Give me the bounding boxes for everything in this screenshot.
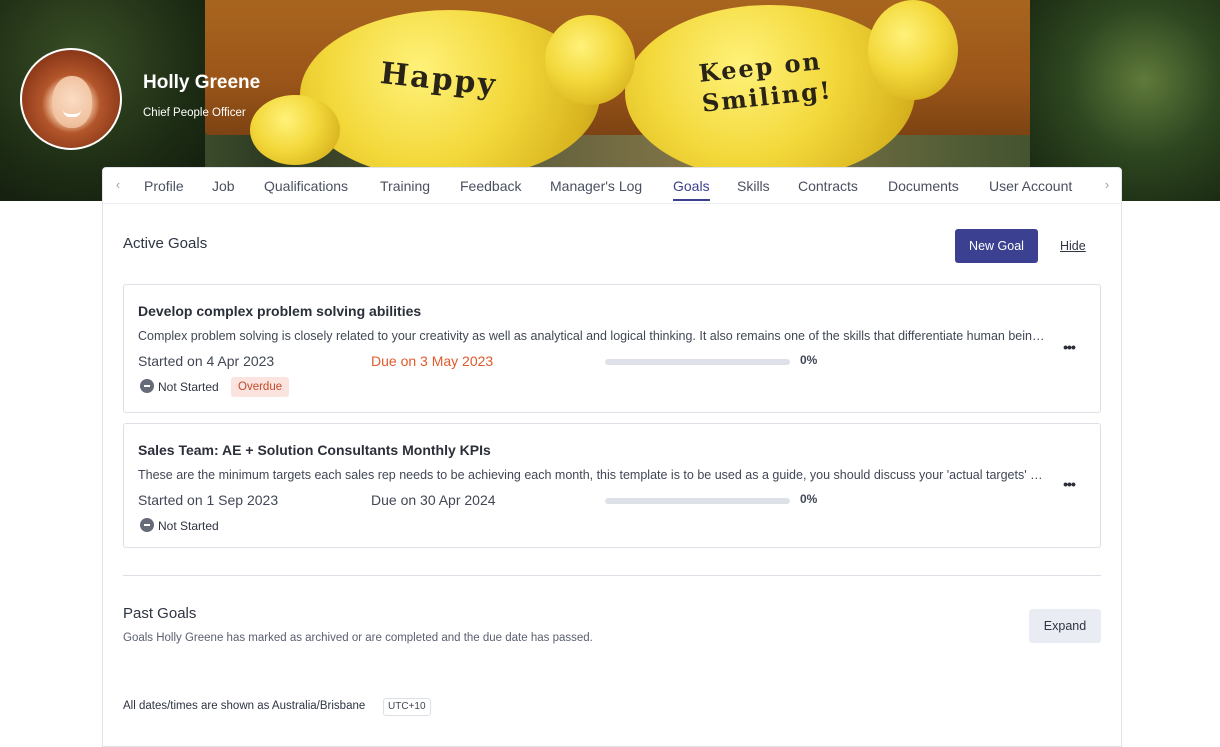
tab-managers-log[interactable]: Manager's Log xyxy=(550,178,642,194)
goal-status: Not Started xyxy=(158,519,219,533)
profile-name: Holly Greene xyxy=(143,72,261,93)
tab-job[interactable]: Job xyxy=(212,178,235,194)
profile-title: Chief People Officer xyxy=(143,107,246,119)
tab-qualifications[interactable]: Qualifications xyxy=(264,178,348,194)
goal-due-date: Due on 30 Apr 2024 xyxy=(371,492,496,508)
chevron-right-icon[interactable]: › xyxy=(1100,177,1114,193)
tab-training[interactable]: Training xyxy=(380,178,430,194)
active-goals-title: Active Goals xyxy=(123,235,208,252)
goal-start-date: Started on 4 Apr 2023 xyxy=(138,353,275,369)
tab-user-account[interactable]: User Account xyxy=(989,178,1072,194)
goal-progress-percent: 0% xyxy=(800,353,818,367)
timezone-offset-badge: UTC+10 xyxy=(383,698,431,716)
tab-feedback[interactable]: Feedback xyxy=(460,178,521,194)
goal-progress-bar xyxy=(605,359,790,365)
tab-profile[interactable]: Profile xyxy=(144,178,184,194)
goal-status: Not Started xyxy=(158,380,219,394)
goal-description: These are the minimum targets each sales… xyxy=(138,468,1050,482)
chevron-left-icon[interactable]: ‹ xyxy=(111,177,125,193)
hide-button[interactable]: Hide xyxy=(1060,239,1086,253)
not-started-icon xyxy=(140,518,154,532)
more-options-icon[interactable]: ••• xyxy=(1060,476,1078,494)
not-started-icon xyxy=(140,379,154,393)
goals-card: ‹ Profile Job Qualifications Training Fe… xyxy=(102,167,1122,747)
tab-contracts[interactable]: Contracts xyxy=(798,178,858,194)
goal-title[interactable]: Sales Team: AE + Solution Consultants Mo… xyxy=(138,442,491,458)
timezone-note: All dates/times are shown as Australia/B… xyxy=(123,700,366,712)
new-goal-button[interactable]: New Goal xyxy=(955,229,1038,263)
tab-bar: ‹ Profile Job Qualifications Training Fe… xyxy=(103,168,1121,204)
tab-documents[interactable]: Documents xyxy=(888,178,959,194)
goal-card[interactable]: Sales Team: AE + Solution Consultants Mo… xyxy=(123,423,1101,548)
expand-button[interactable]: Expand xyxy=(1029,609,1101,643)
goal-card[interactable]: Develop complex problem solving abilitie… xyxy=(123,284,1101,413)
banner-bear-paw xyxy=(250,95,340,165)
avatar[interactable] xyxy=(20,48,122,150)
banner-bear-paw xyxy=(545,15,635,105)
avatar-face xyxy=(52,76,92,128)
goal-start-date: Started on 1 Sep 2023 xyxy=(138,492,279,508)
goal-description: Complex problem solving is closely relat… xyxy=(138,329,1050,343)
goal-due-date: Due on 3 May 2023 xyxy=(371,353,494,369)
past-goals-description: Goals Holly Greene has marked as archive… xyxy=(123,632,593,644)
banner-bear-paw xyxy=(868,0,958,100)
section-divider xyxy=(123,575,1101,576)
past-goals-title: Past Goals xyxy=(123,605,197,622)
goal-title[interactable]: Develop complex problem solving abilitie… xyxy=(138,303,421,319)
overdue-badge: Overdue xyxy=(231,377,290,397)
more-options-icon[interactable]: ••• xyxy=(1060,339,1078,357)
tab-skills[interactable]: Skills xyxy=(737,178,770,194)
tab-goals[interactable]: Goals xyxy=(673,178,710,201)
goal-progress-bar xyxy=(605,498,790,504)
goal-progress-percent: 0% xyxy=(800,492,818,506)
